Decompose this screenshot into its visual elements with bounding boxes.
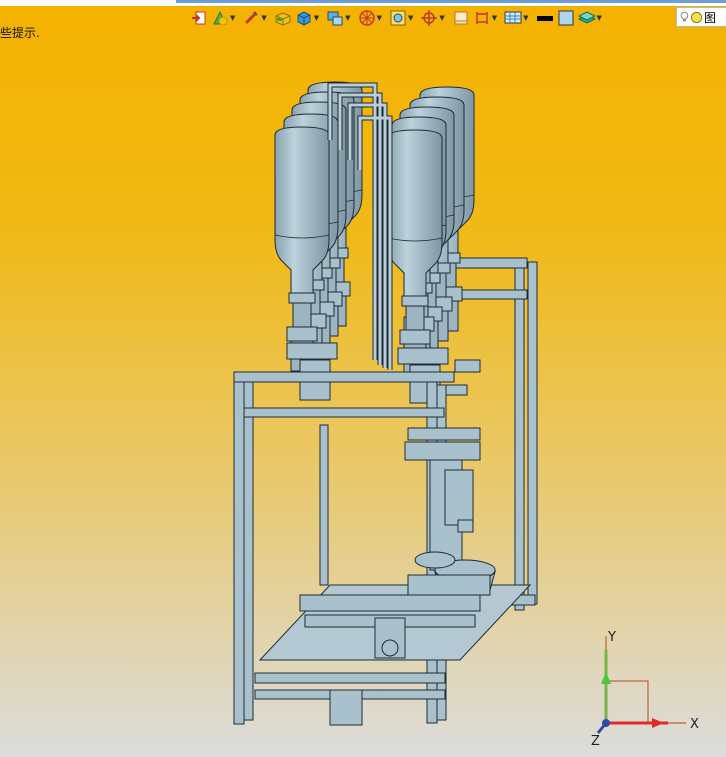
- layer-stack-icon: [577, 11, 596, 24]
- line-color-icon: [536, 16, 553, 21]
- zoom-fit-button[interactable]: ▼: [389, 7, 417, 29]
- zoom-fit-icon: [390, 10, 406, 26]
- edit-tool-icon: [245, 11, 259, 25]
- chevron-down-icon: ▼: [407, 14, 414, 22]
- chevron-down-icon: ▼: [230, 14, 236, 22]
- axis-triad: Y X Z: [591, 630, 699, 749]
- display-grid-button[interactable]: ▼: [504, 7, 532, 29]
- bottom-tray: [258, 584, 532, 726]
- chevron-down-icon: ▼: [439, 14, 445, 22]
- edit-tool-button[interactable]: ▼: [242, 7, 270, 29]
- command-search[interactable]: 图: [676, 7, 726, 27]
- chevron-down-icon: ▼: [523, 14, 529, 22]
- lightbulb-icon: [680, 11, 689, 22]
- 3d-viewport[interactable]: Y X Z: [0, 30, 726, 757]
- standard-views-button[interactable]: ▼: [326, 7, 354, 29]
- chevron-down-icon: ▼: [345, 14, 351, 22]
- chevron-down-icon: ▼: [261, 14, 267, 22]
- axis-x-label: X: [690, 717, 699, 732]
- axis-z-label: Z: [591, 734, 600, 749]
- sketch-exit-icon: [192, 11, 206, 25]
- line-color-button[interactable]: [536, 7, 554, 29]
- box-view-button[interactable]: ▼: [295, 7, 323, 29]
- display-grid-icon: [504, 11, 522, 24]
- solid-block-icon: [275, 12, 291, 26]
- fill-color-icon: [558, 10, 574, 26]
- section-icon: [475, 12, 488, 24]
- sketch-exit-button[interactable]: [190, 7, 208, 29]
- assembly-model: Y X Z: [233, 81, 699, 749]
- snap-target-icon: [421, 10, 438, 26]
- box-view-icon: [297, 11, 311, 26]
- search-label: 图: [704, 10, 717, 25]
- lift-mechanism: [404, 427, 496, 596]
- front-frame: [233, 371, 455, 725]
- feature-shape-button[interactable]: ▼: [211, 7, 239, 29]
- status-light-icon: [690, 11, 703, 23]
- active-tab-strip: [176, 0, 726, 3]
- wheel-icon: [358, 10, 375, 26]
- sheet-icon: [454, 11, 468, 25]
- chevron-down-icon: ▼: [491, 14, 498, 22]
- chevron-down-icon: ▼: [313, 14, 320, 22]
- chevron-down-icon: ▼: [596, 14, 602, 22]
- standard-views-icon: [327, 11, 343, 26]
- snap-target-button[interactable]: ▼: [420, 7, 448, 29]
- chevron-down-icon: ▼: [376, 14, 382, 22]
- layer-stack-button[interactable]: ▼: [577, 7, 606, 29]
- feature-shape-icon: [213, 10, 228, 26]
- main-toolbar: ▼ ▼ ▼ ▼ ▼ ▼ ▼ ▼ ▼ ▼: [190, 6, 606, 30]
- sheet-button[interactable]: [452, 7, 470, 29]
- section-button[interactable]: ▼: [473, 7, 501, 29]
- axis-y-label: Y: [607, 630, 616, 645]
- wheel-button[interactable]: ▼: [358, 7, 386, 29]
- fill-color-button[interactable]: [557, 7, 575, 29]
- solid-block-button[interactable]: [274, 7, 292, 29]
- back-bottle-row: [387, 86, 475, 375]
